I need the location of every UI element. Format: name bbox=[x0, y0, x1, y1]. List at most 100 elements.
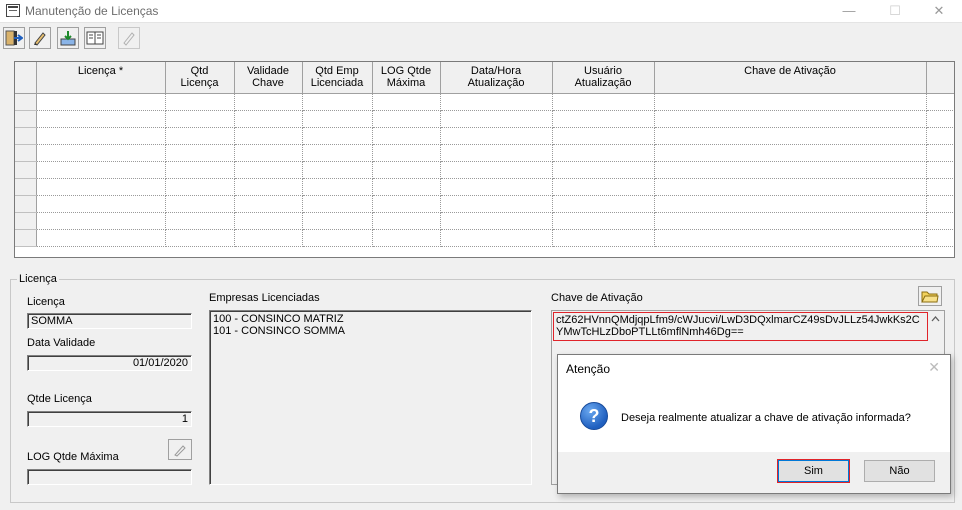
grid-cell[interactable] bbox=[654, 144, 927, 162]
grid-cell[interactable] bbox=[926, 229, 954, 247]
grid-cell[interactable] bbox=[234, 127, 303, 145]
empresas-list[interactable]: 100 - CONSINCO MATRIZ 101 - CONSINCO SOM… bbox=[209, 310, 532, 485]
grid-cell[interactable] bbox=[654, 161, 927, 179]
grid-cell[interactable] bbox=[165, 178, 235, 196]
grid-cell[interactable] bbox=[36, 195, 166, 213]
grid-cell[interactable] bbox=[372, 161, 441, 179]
grid-cell[interactable] bbox=[372, 178, 441, 196]
grid-cell[interactable] bbox=[654, 195, 927, 213]
grid-cell[interactable] bbox=[36, 110, 166, 128]
grid-cell[interactable] bbox=[234, 161, 303, 179]
grid-cell[interactable] bbox=[165, 229, 235, 247]
edit-button[interactable] bbox=[29, 27, 51, 49]
grid-cell[interactable] bbox=[36, 127, 166, 145]
grid-cell[interactable] bbox=[552, 144, 655, 162]
licenses-grid[interactable]: Licença * Qtd Licença Validade Chave Qtd Emp L… bbox=[14, 61, 955, 258]
table-row[interactable] bbox=[15, 195, 954, 213]
grid-cell[interactable] bbox=[302, 110, 373, 128]
row-header-cell[interactable] bbox=[15, 110, 37, 128]
grid-cell[interactable] bbox=[302, 93, 373, 111]
minimize-button[interactable]: — bbox=[826, 0, 872, 22]
table-row[interactable] bbox=[15, 161, 954, 179]
grid-column-header[interactable]: Validade Chave bbox=[234, 62, 303, 94]
grid-cell[interactable] bbox=[440, 127, 553, 145]
grid-cell[interactable] bbox=[654, 212, 927, 230]
licenca-field[interactable]: SOMMA bbox=[27, 313, 192, 329]
grid-cell[interactable] bbox=[440, 161, 553, 179]
grid-cell[interactable] bbox=[440, 144, 553, 162]
grid-cell[interactable] bbox=[36, 144, 166, 162]
exit-button[interactable] bbox=[3, 27, 25, 49]
table-row[interactable] bbox=[15, 229, 954, 247]
row-header-cell[interactable] bbox=[15, 195, 37, 213]
open-folder-button[interactable] bbox=[918, 286, 942, 306]
grid-cell[interactable] bbox=[440, 178, 553, 196]
table-row[interactable] bbox=[15, 144, 954, 162]
grid-cell[interactable] bbox=[165, 127, 235, 145]
grid-cell[interactable] bbox=[234, 110, 303, 128]
maximize-button[interactable]: ☐ bbox=[872, 0, 918, 22]
grid-cell[interactable] bbox=[165, 93, 235, 111]
grid-cell[interactable] bbox=[372, 195, 441, 213]
grid-cell[interactable] bbox=[372, 144, 441, 162]
scroll-up-icon[interactable] bbox=[928, 312, 943, 326]
grid-cell[interactable] bbox=[302, 178, 373, 196]
grid-cell[interactable] bbox=[926, 127, 954, 145]
grid-column-header[interactable] bbox=[926, 62, 954, 94]
grid-column-header[interactable]: Qtd Emp Licenciada bbox=[302, 62, 373, 94]
grid-cell[interactable] bbox=[552, 93, 655, 111]
grid-cell[interactable] bbox=[552, 195, 655, 213]
grid-column-header[interactable]: Usuário Atualização bbox=[552, 62, 655, 94]
grid-cell[interactable] bbox=[372, 110, 441, 128]
grid-cell[interactable] bbox=[234, 229, 303, 247]
grid-cell[interactable] bbox=[552, 178, 655, 196]
table-row[interactable] bbox=[15, 93, 954, 111]
grid-cell[interactable] bbox=[440, 93, 553, 111]
grid-cell[interactable] bbox=[926, 93, 954, 111]
grid-cell[interactable] bbox=[926, 178, 954, 196]
grid-cell[interactable] bbox=[234, 195, 303, 213]
grid-cell[interactable] bbox=[234, 93, 303, 111]
grid-cell[interactable] bbox=[302, 144, 373, 162]
row-header-cell[interactable] bbox=[15, 144, 37, 162]
grid-column-header[interactable]: Licença * bbox=[36, 62, 166, 94]
grid-cell[interactable] bbox=[302, 229, 373, 247]
disabled-tool-button[interactable] bbox=[118, 27, 140, 49]
no-button[interactable]: Não bbox=[864, 460, 935, 482]
grid-cell[interactable] bbox=[926, 212, 954, 230]
grid-cell[interactable] bbox=[36, 93, 166, 111]
grid-column-header[interactable]: Data/Hora Atualização bbox=[440, 62, 553, 94]
grid-cell[interactable] bbox=[302, 161, 373, 179]
row-header-cell[interactable] bbox=[15, 212, 37, 230]
grid-cell[interactable] bbox=[234, 144, 303, 162]
grid-cell[interactable] bbox=[654, 229, 927, 247]
grid-cell[interactable] bbox=[36, 212, 166, 230]
grid-cell[interactable] bbox=[165, 195, 235, 213]
grid-cell[interactable] bbox=[926, 195, 954, 213]
grid-cell[interactable] bbox=[302, 127, 373, 145]
grid-cell[interactable] bbox=[926, 161, 954, 179]
table-row[interactable] bbox=[15, 178, 954, 196]
grid-cell[interactable] bbox=[372, 212, 441, 230]
grid-cell[interactable] bbox=[440, 229, 553, 247]
yes-button[interactable]: Sim bbox=[778, 460, 849, 482]
grid-column-header[interactable]: Chave de Ativação bbox=[654, 62, 927, 94]
table-row[interactable] bbox=[15, 212, 954, 230]
data-validade-field[interactable]: 01/01/2020 bbox=[27, 355, 192, 371]
list-item[interactable]: 100 - CONSINCO MATRIZ bbox=[213, 313, 528, 325]
grid-cell[interactable] bbox=[654, 127, 927, 145]
grid-column-header[interactable]: LOG Qtde Máxima bbox=[372, 62, 441, 94]
table-row[interactable] bbox=[15, 110, 954, 128]
dialog-close-button[interactable]: ✕ bbox=[928, 359, 940, 376]
grid-cell[interactable] bbox=[165, 161, 235, 179]
grid-cell[interactable] bbox=[552, 110, 655, 128]
grid-cell[interactable] bbox=[165, 212, 235, 230]
grid-cell[interactable] bbox=[372, 127, 441, 145]
grid-column-header[interactable]: Qtd Licença bbox=[165, 62, 235, 94]
grid-cell[interactable] bbox=[36, 161, 166, 179]
grid-cell[interactable] bbox=[372, 93, 441, 111]
table-row[interactable] bbox=[15, 127, 954, 145]
grid-cell[interactable] bbox=[654, 178, 927, 196]
close-button[interactable]: ✕ bbox=[916, 0, 962, 22]
grid-cell[interactable] bbox=[165, 144, 235, 162]
